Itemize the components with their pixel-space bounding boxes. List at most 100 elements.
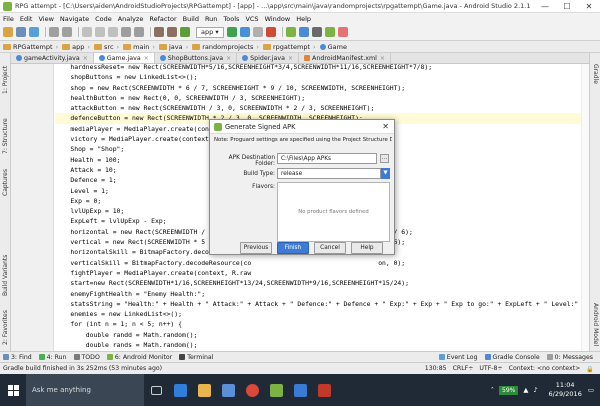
tab-androidmanifest[interactable]: AndroidManifest.xml × bbox=[299, 53, 391, 63]
redo-icon[interactable] bbox=[62, 27, 72, 37]
code-line[interactable]: verticalSkill = BitmapFactory.decodeReso… bbox=[55, 258, 585, 268]
copy-icon[interactable] bbox=[95, 27, 105, 37]
help-button[interactable]: Help bbox=[351, 242, 383, 254]
cancel-button[interactable]: Cancel bbox=[314, 242, 346, 254]
undo-icon[interactable] bbox=[49, 27, 59, 37]
make-project-icon[interactable] bbox=[180, 27, 190, 37]
breadcrumb-item[interactable]: java › bbox=[159, 43, 188, 51]
tab-spider[interactable]: Spider.java × bbox=[237, 53, 300, 63]
minimize-button[interactable]: — bbox=[534, 2, 556, 11]
menu-code[interactable]: Code bbox=[95, 15, 112, 23]
code-line[interactable]: for (int n = 1; n < 5; n++) { bbox=[55, 319, 585, 329]
cortana-search-box[interactable]: Ask me anything bbox=[26, 374, 144, 406]
tool-tab-favorites[interactable]: 2: Favorites bbox=[0, 307, 11, 349]
code-line[interactable]: enemyFightHealth = "Enemy Health:"; bbox=[55, 289, 585, 299]
app-icon[interactable] bbox=[312, 374, 336, 406]
tool-tab-captures[interactable]: Captures bbox=[0, 163, 11, 203]
code-line[interactable]: double randd = Math.random(); bbox=[55, 330, 585, 340]
menu-tools[interactable]: Tools bbox=[223, 15, 239, 23]
volume-icon[interactable]: ♪ bbox=[533, 386, 537, 394]
breadcrumb-item[interactable]: main › bbox=[123, 43, 155, 51]
replace-icon[interactable] bbox=[134, 27, 144, 37]
gradle-console-button[interactable]: Gradle Console bbox=[484, 354, 540, 361]
menu-analyze[interactable]: Analyze bbox=[118, 15, 144, 23]
browse-button[interactable]: ... bbox=[380, 154, 389, 163]
menu-navigate[interactable]: Navigate bbox=[60, 15, 89, 23]
dialog-close-icon[interactable]: ✕ bbox=[382, 122, 389, 131]
tool-tab-build-variants[interactable]: Build Variants bbox=[0, 245, 11, 305]
breadcrumb-item[interactable]: app › bbox=[62, 43, 90, 51]
photos-icon[interactable] bbox=[288, 374, 312, 406]
breadcrumb-item[interactable]: Game bbox=[319, 43, 347, 51]
edge-icon[interactable] bbox=[168, 374, 192, 406]
project-structure-icon[interactable] bbox=[311, 27, 322, 37]
help-icon[interactable] bbox=[337, 27, 348, 37]
previous-button[interactable]: Previous bbox=[240, 242, 272, 254]
menu-build[interactable]: Build bbox=[183, 15, 199, 23]
android-monitor-tool-button[interactable]: 6: Android Monitor bbox=[106, 354, 172, 361]
task-view-icon[interactable] bbox=[144, 374, 168, 406]
editor-scrollbar[interactable] bbox=[581, 64, 589, 351]
lock-icon[interactable]: 🔒 bbox=[586, 365, 594, 373]
find-icon[interactable] bbox=[121, 27, 131, 37]
menu-window[interactable]: Window bbox=[265, 15, 291, 23]
build-type-select[interactable]: release bbox=[277, 168, 381, 179]
tab-shopbuttons[interactable]: ShopButtons.java × bbox=[155, 53, 238, 63]
terminal-tool-button[interactable]: Terminal bbox=[179, 354, 213, 361]
avd-manager-icon[interactable] bbox=[285, 27, 296, 37]
code-line[interactable]: healthButton = new Rect(0, 0, SCREENWIDT… bbox=[55, 93, 585, 103]
flavors-list[interactable]: No product flavors defined bbox=[277, 182, 390, 242]
paste-icon[interactable] bbox=[108, 27, 118, 37]
breadcrumb-item[interactable]: RPGattempt › bbox=[3, 43, 58, 51]
forward-icon[interactable] bbox=[167, 27, 177, 37]
close-tab-icon[interactable]: × bbox=[380, 55, 385, 62]
attach-debugger-icon[interactable] bbox=[252, 27, 263, 37]
sync-icon[interactable] bbox=[29, 27, 39, 37]
tab-gameactivity[interactable]: gameActivity.java × bbox=[11, 53, 94, 63]
code-line[interactable]: double rands = Math.random(); bbox=[55, 340, 585, 350]
chevron-up-icon[interactable]: ˄ bbox=[491, 386, 494, 394]
todo-tool-button[interactable]: TODO bbox=[73, 354, 100, 361]
close-tab-icon[interactable]: × bbox=[226, 55, 231, 62]
breadcrumb-item[interactable]: randomprojects › bbox=[192, 43, 259, 51]
apk-folder-field[interactable]: C:\Files\App APKs bbox=[277, 153, 377, 164]
tool-tab-android-model[interactable]: Android Model bbox=[590, 301, 600, 349]
clock[interactable]: 11:04 6/29/2016 bbox=[549, 381, 582, 399]
close-tab-icon[interactable]: × bbox=[288, 55, 293, 62]
close-button[interactable]: ✕ bbox=[578, 2, 600, 11]
code-line[interactable]: fightPlayer = MediaPlayer.create(context… bbox=[55, 268, 585, 278]
back-icon[interactable] bbox=[154, 27, 164, 37]
open-folder-icon[interactable] bbox=[3, 27, 13, 37]
code-line[interactable]: attackButton = new Rect(SCREENWIDTH / 3,… bbox=[55, 103, 585, 113]
menu-edit[interactable]: Edit bbox=[20, 15, 33, 23]
battery-indicator[interactable]: 59% bbox=[499, 385, 519, 395]
stop-icon[interactable] bbox=[265, 27, 276, 37]
finish-button[interactable]: Finish bbox=[277, 242, 309, 254]
breadcrumb-item[interactable]: src › bbox=[94, 43, 119, 51]
android-device-monitor-icon[interactable] bbox=[324, 27, 335, 37]
tab-game[interactable]: Game.java × bbox=[93, 53, 155, 63]
save-all-icon[interactable] bbox=[16, 27, 26, 37]
file-explorer-icon[interactable] bbox=[192, 374, 216, 406]
menu-refactor[interactable]: Refactor bbox=[149, 15, 176, 23]
close-tab-icon[interactable]: × bbox=[144, 55, 149, 62]
event-log-button[interactable]: Event Log bbox=[438, 354, 478, 361]
tool-tab-gradle[interactable]: Gradle bbox=[590, 57, 600, 91]
close-tab-icon[interactable]: × bbox=[83, 55, 88, 62]
code-line[interactable]: hardnessReset= new Rect(SCREENWIDTH*5/16… bbox=[55, 64, 585, 72]
line-separator[interactable]: CRLF÷ bbox=[453, 365, 474, 372]
menu-run[interactable]: Run bbox=[205, 15, 217, 23]
code-line[interactable]: start=new Rect(SCREENWIDTH*1/16,SCREENHE… bbox=[55, 278, 585, 288]
run-config-select[interactable]: app ▾ bbox=[196, 26, 224, 38]
store-icon[interactable] bbox=[216, 374, 240, 406]
run-tool-button[interactable]: 4: Run bbox=[38, 354, 67, 361]
start-button[interactable] bbox=[0, 374, 26, 406]
android-studio-taskbar-icon[interactable] bbox=[264, 374, 288, 406]
chrome-icon[interactable] bbox=[240, 374, 264, 406]
breadcrumb-item[interactable]: rpgattempt › bbox=[263, 43, 316, 51]
code-line[interactable]: enemies = new LinkedList<>(); bbox=[55, 309, 585, 319]
line-gutter[interactable] bbox=[11, 64, 54, 351]
menu-help[interactable]: Help bbox=[296, 15, 311, 23]
chevron-down-icon[interactable]: ▼ bbox=[381, 168, 390, 179]
run-icon[interactable] bbox=[226, 27, 237, 37]
